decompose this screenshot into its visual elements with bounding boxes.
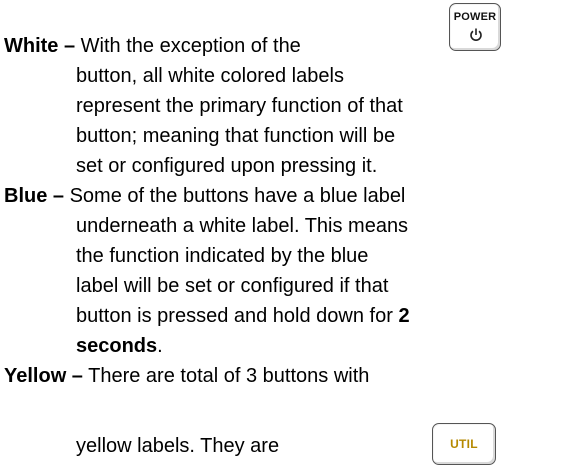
white-line-1: button, all white colored labels: [76, 65, 344, 87]
blue-hold-line: button is pressed and hold down for 2: [76, 301, 410, 331]
power-button-label: POWER: [453, 11, 497, 23]
blue-period: .: [157, 335, 163, 357]
blue-hold-seconds-number: 2: [398, 305, 410, 327]
yellow-heading-line: Yellow – There are total of 3 buttons wi…: [4, 361, 369, 391]
blue-hold-text: button is pressed and hold down for: [76, 305, 399, 327]
blue-seconds-word: seconds: [76, 335, 158, 357]
white-heading-line: White – With the exception of the: [4, 31, 301, 61]
white-term: White –: [4, 35, 76, 57]
yellow-term: Yellow –: [4, 365, 83, 387]
white-line-3: button; meaning that function will be: [76, 125, 396, 147]
blue-intro-text: Some of the buttons have a blue label: [64, 185, 406, 207]
blue-heading-line: Blue – Some of the buttons have a blue l…: [4, 181, 405, 211]
blue-line-1: underneath a white label. This means: [76, 215, 409, 237]
white-line-4: set or configured upon pressing it.: [76, 155, 378, 177]
blue-seconds-line: seconds.: [76, 331, 163, 361]
power-icon: [470, 28, 482, 41]
util-button-icon: UTIL: [432, 423, 496, 465]
white-intro-text: With the exception of the: [75, 35, 301, 57]
white-line-2: represent the primary function of that: [76, 95, 403, 117]
blue-term: Blue –: [4, 185, 65, 207]
yellow-intro-text: There are total of 3 buttons with: [82, 365, 370, 387]
power-button-icon: POWER: [449, 3, 501, 51]
blue-line-3: label will be set or configured if that: [76, 275, 389, 297]
yellow-line-2: yellow labels. They are: [76, 435, 280, 457]
util-button-label: UTIL: [450, 437, 478, 451]
blue-line-2: the function indicated by the blue: [76, 245, 369, 267]
